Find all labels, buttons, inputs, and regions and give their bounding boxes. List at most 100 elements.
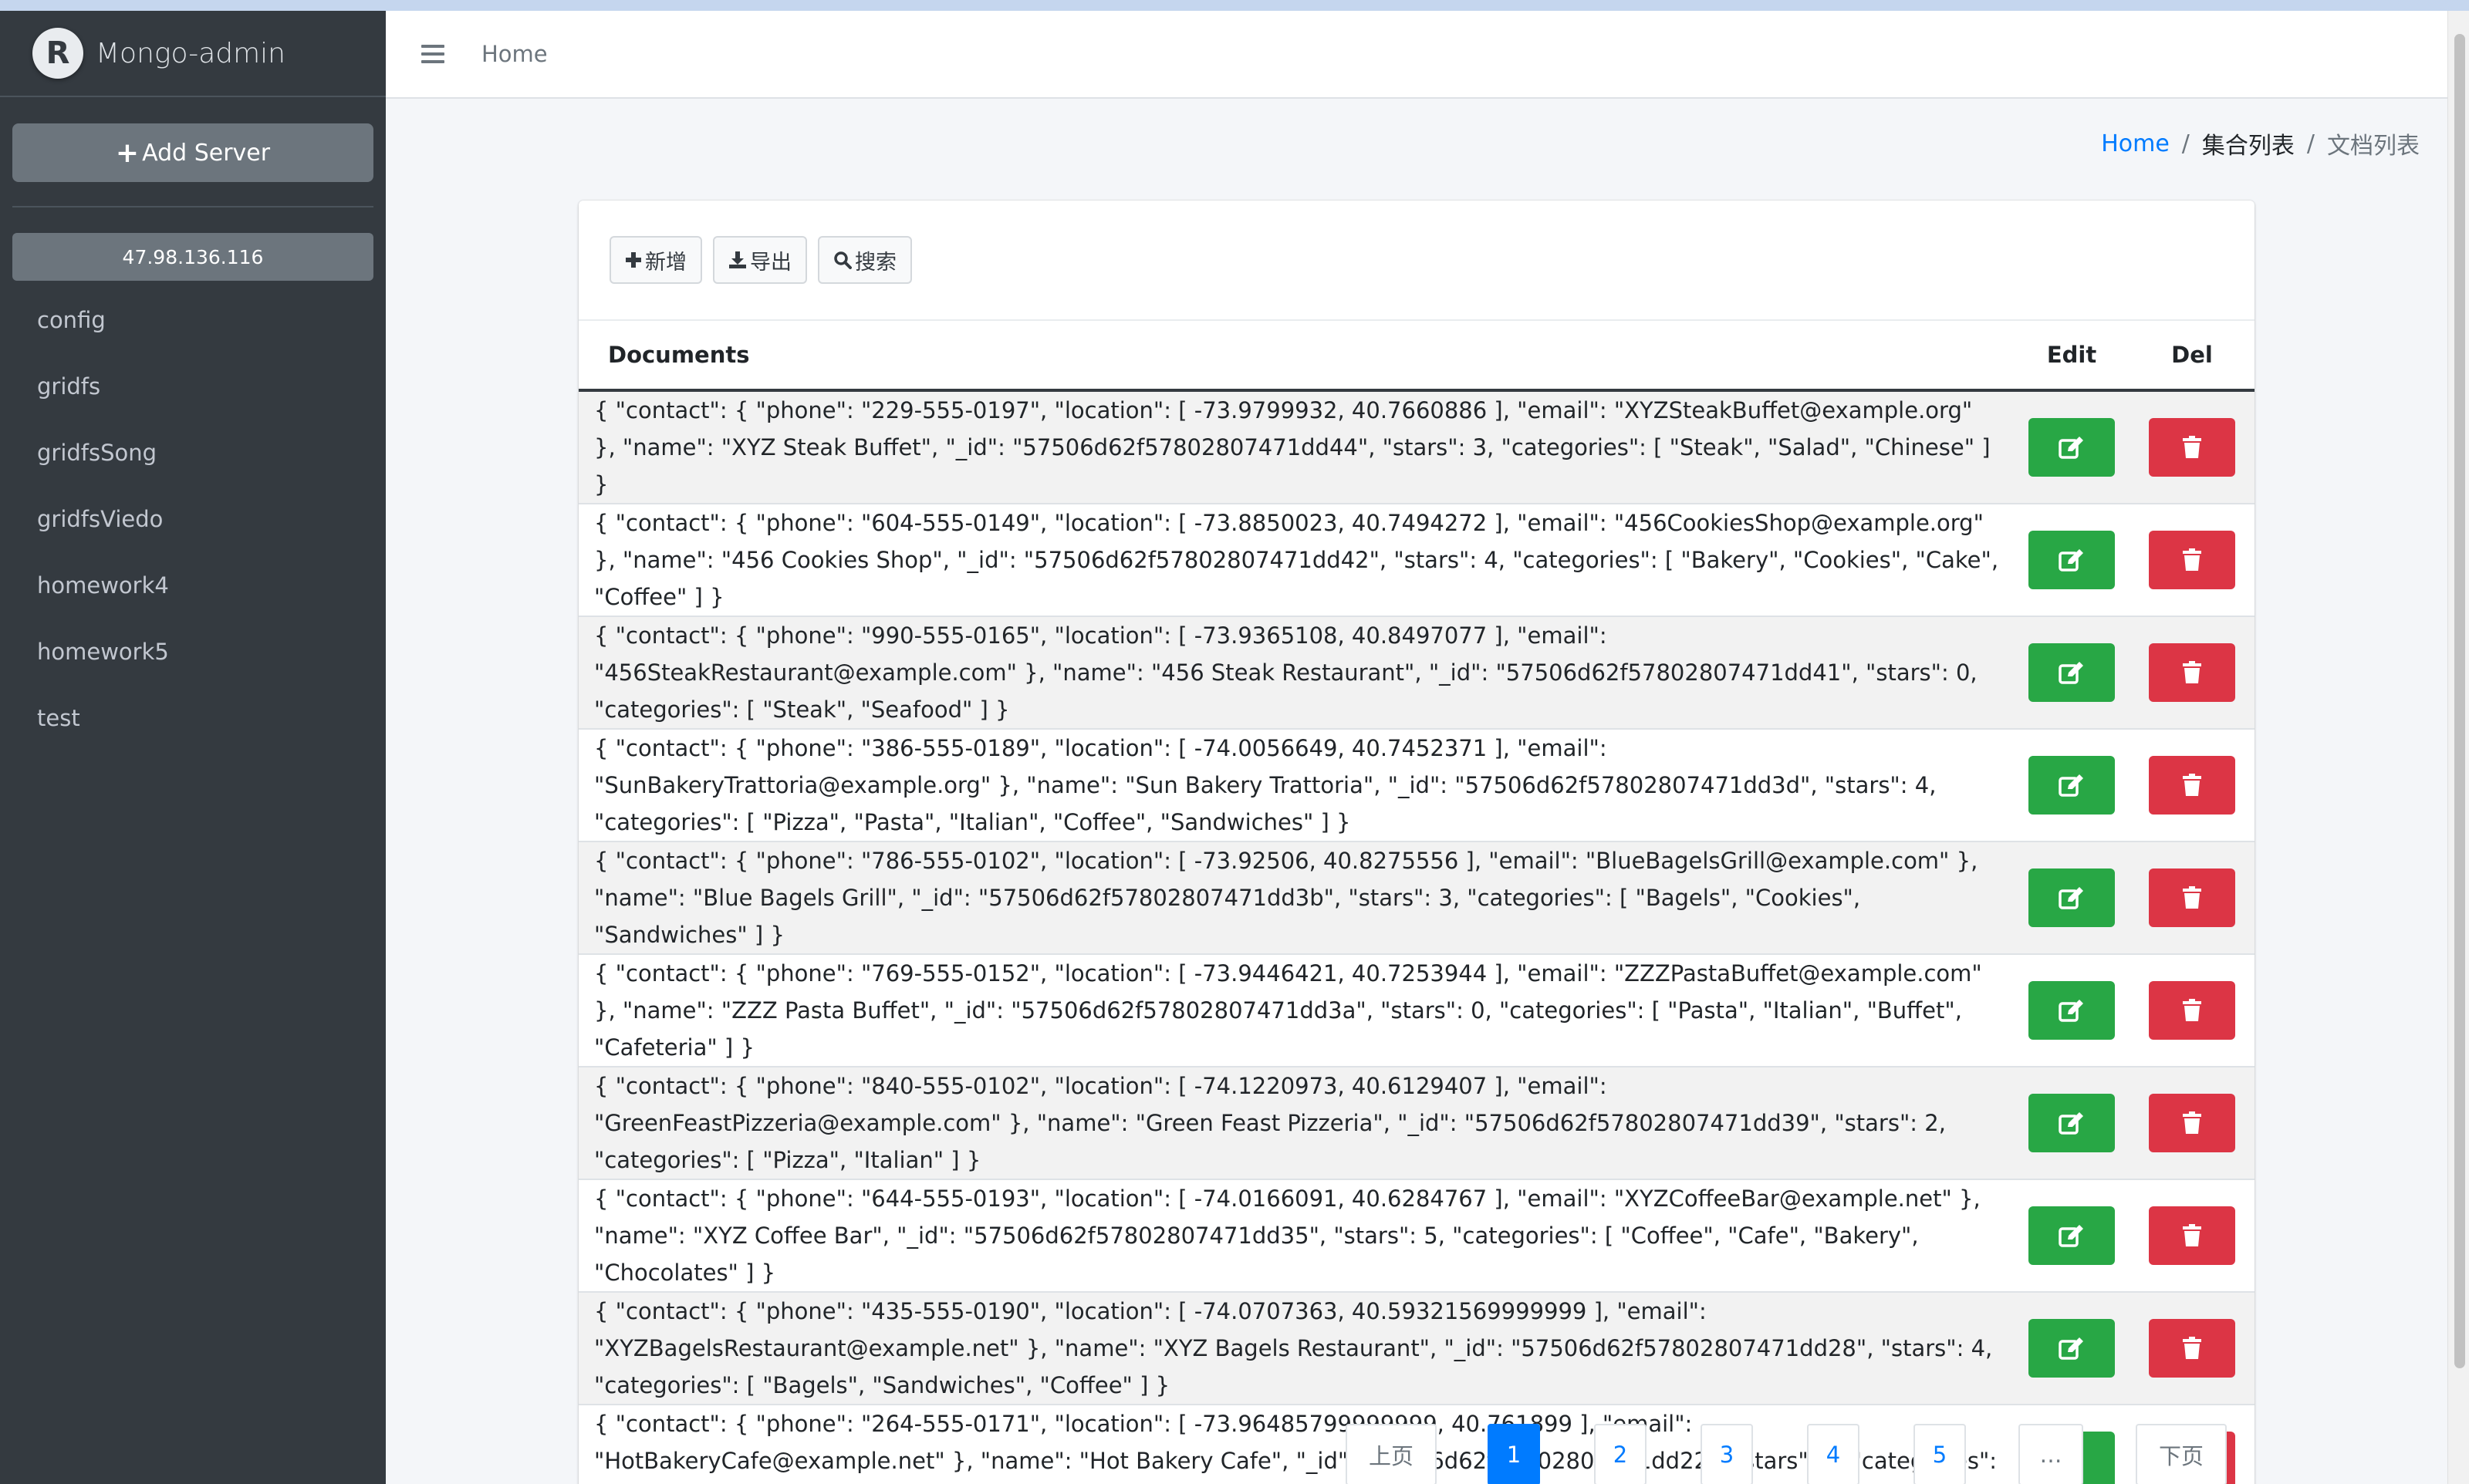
brand-logo-letter: R: [46, 35, 70, 71]
page-button-2[interactable]: 2: [1594, 1424, 1647, 1484]
hamburger-menu-icon[interactable]: [421, 45, 444, 63]
trash-icon: [2183, 1224, 2201, 1246]
sidebar-item-config[interactable]: config: [0, 287, 386, 353]
edit-cell: [2014, 390, 2130, 504]
documents-card: 新增 导出 搜索 Documents Edit Del { "contact":…: [579, 201, 2255, 1484]
sidebar: R Mongo-admin + Add Server 47.98.136.116…: [0, 11, 386, 1484]
table-body: { "contact": { "phone": "229-555-0197", …: [579, 390, 2255, 1484]
trash-icon: [2183, 1111, 2201, 1134]
edit-cell: [2014, 954, 2130, 1067]
edit-button[interactable]: [2028, 1206, 2115, 1265]
page-ellipsis[interactable]: …: [2018, 1424, 2083, 1484]
trash-icon: [2183, 886, 2201, 909]
edit-button[interactable]: [2028, 643, 2115, 702]
edit-cell: [2014, 1292, 2130, 1405]
edit-button[interactable]: [2028, 868, 2115, 927]
delete-cell: [2130, 1179, 2255, 1293]
document-json: { "contact": { "phone": "840-555-0102", …: [579, 1067, 2014, 1180]
edit-button[interactable]: [2028, 1319, 2115, 1378]
delete-button[interactable]: [2149, 756, 2235, 815]
document-json: { "contact": { "phone": "769-555-0152", …: [579, 954, 2014, 1067]
search-button[interactable]: 搜索: [818, 236, 912, 284]
search-icon: [834, 251, 852, 269]
search-label: 搜索: [855, 250, 897, 275]
delete-cell: [2130, 954, 2255, 1067]
sidebar-item-gridfs[interactable]: gridfs: [0, 353, 386, 420]
trash-icon: [2183, 999, 2201, 1021]
edit-button[interactable]: [2028, 418, 2115, 477]
breadcrumb-separator: /: [2181, 130, 2190, 157]
delete-button[interactable]: [2149, 643, 2235, 702]
delete-button[interactable]: [2149, 1206, 2235, 1265]
sidebar-item-test[interactable]: test: [0, 685, 386, 751]
download-icon: [729, 251, 746, 268]
trash-icon: [2183, 548, 2201, 571]
delete-button[interactable]: [2149, 531, 2235, 589]
sidebar-item-homework4[interactable]: homework4: [0, 552, 386, 619]
edit-cell: [2014, 616, 2130, 730]
table-header-row: Documents Edit Del: [579, 321, 2255, 392]
sidebar-item-homework5[interactable]: homework5: [0, 619, 386, 685]
scrollbar-thumb[interactable]: [2454, 34, 2465, 1368]
document-json: { "contact": { "phone": "644-555-0193", …: [579, 1179, 2014, 1293]
document-json: { "contact": { "phone": "786-555-0102", …: [579, 841, 2014, 955]
browser-top-strip: [0, 0, 2469, 11]
add-document-button[interactable]: 新增: [610, 236, 702, 284]
document-json: { "contact": { "phone": "604-555-0149", …: [579, 504, 2014, 617]
add-document-label: 新增: [645, 250, 687, 275]
column-header-del: Del: [2130, 321, 2255, 392]
table-row: { "contact": { "phone": "386-555-0189", …: [579, 729, 2255, 842]
breadcrumb-current: 文档列表: [2327, 133, 2420, 160]
delete-cell: [2130, 390, 2255, 504]
pagination: 上页 1 2 3 4 5 … 下页: [579, 1424, 2255, 1484]
trash-icon: [2183, 661, 2201, 683]
plus-icon: +: [115, 137, 140, 169]
nav-home-link[interactable]: Home: [481, 41, 548, 67]
page-button-5[interactable]: 5: [1913, 1424, 1966, 1484]
toolbar: 新增 导出 搜索: [579, 201, 2255, 321]
plus-icon: [626, 252, 641, 268]
brand[interactable]: R Mongo-admin: [0, 11, 386, 97]
edit-cell: [2014, 1067, 2130, 1180]
delete-button[interactable]: [2149, 1094, 2235, 1152]
add-server-button[interactable]: + Add Server: [12, 123, 373, 182]
delete-button[interactable]: [2149, 418, 2235, 477]
next-page-button[interactable]: 下页: [2136, 1424, 2227, 1484]
prev-page-button[interactable]: 上页: [1346, 1424, 1437, 1484]
page-button-1[interactable]: 1: [1488, 1424, 1540, 1484]
delete-cell: [2130, 841, 2255, 955]
page-scrollbar[interactable]: [2447, 11, 2469, 1484]
page-button-4[interactable]: 4: [1807, 1424, 1859, 1484]
table-row: { "contact": { "phone": "435-555-0190", …: [579, 1292, 2255, 1405]
breadcrumb-collections[interactable]: 集合列表: [2202, 126, 2295, 160]
brand-title: Mongo-admin: [96, 37, 285, 69]
breadcrumb-separator: /: [2306, 130, 2315, 157]
edit-icon: [2059, 437, 2083, 459]
edit-button[interactable]: [2028, 531, 2115, 589]
column-header-edit: Edit: [2014, 321, 2130, 392]
export-button[interactable]: 导出: [713, 236, 807, 284]
edit-icon: [2059, 1000, 2083, 1022]
sidebar-divider: [12, 206, 373, 207]
sidebar-item-gridfsviedo[interactable]: gridfsViedo: [0, 486, 386, 552]
server-ip-button[interactable]: 47.98.136.116: [12, 233, 373, 281]
trash-icon: [2183, 1337, 2201, 1359]
breadcrumb-home[interactable]: Home: [2101, 130, 2170, 157]
edit-cell: [2014, 1179, 2130, 1293]
page-button-3[interactable]: 3: [1701, 1424, 1753, 1484]
sidebar-item-gridfssong[interactable]: gridfsSong: [0, 420, 386, 486]
delete-cell: [2130, 729, 2255, 842]
delete-cell: [2130, 1292, 2255, 1405]
delete-button[interactable]: [2149, 1319, 2235, 1378]
edit-icon: [2059, 887, 2083, 909]
delete-button[interactable]: [2149, 868, 2235, 927]
delete-button[interactable]: [2149, 981, 2235, 1040]
document-json: { "contact": { "phone": "435-555-0190", …: [579, 1292, 2014, 1405]
edit-button[interactable]: [2028, 981, 2115, 1040]
table-row: { "contact": { "phone": "229-555-0197", …: [579, 390, 2255, 504]
edit-button[interactable]: [2028, 756, 2115, 815]
edit-button[interactable]: [2028, 1094, 2115, 1152]
delete-cell: [2130, 504, 2255, 617]
add-server-label: Add Server: [142, 139, 271, 167]
edit-icon: [2059, 662, 2083, 684]
